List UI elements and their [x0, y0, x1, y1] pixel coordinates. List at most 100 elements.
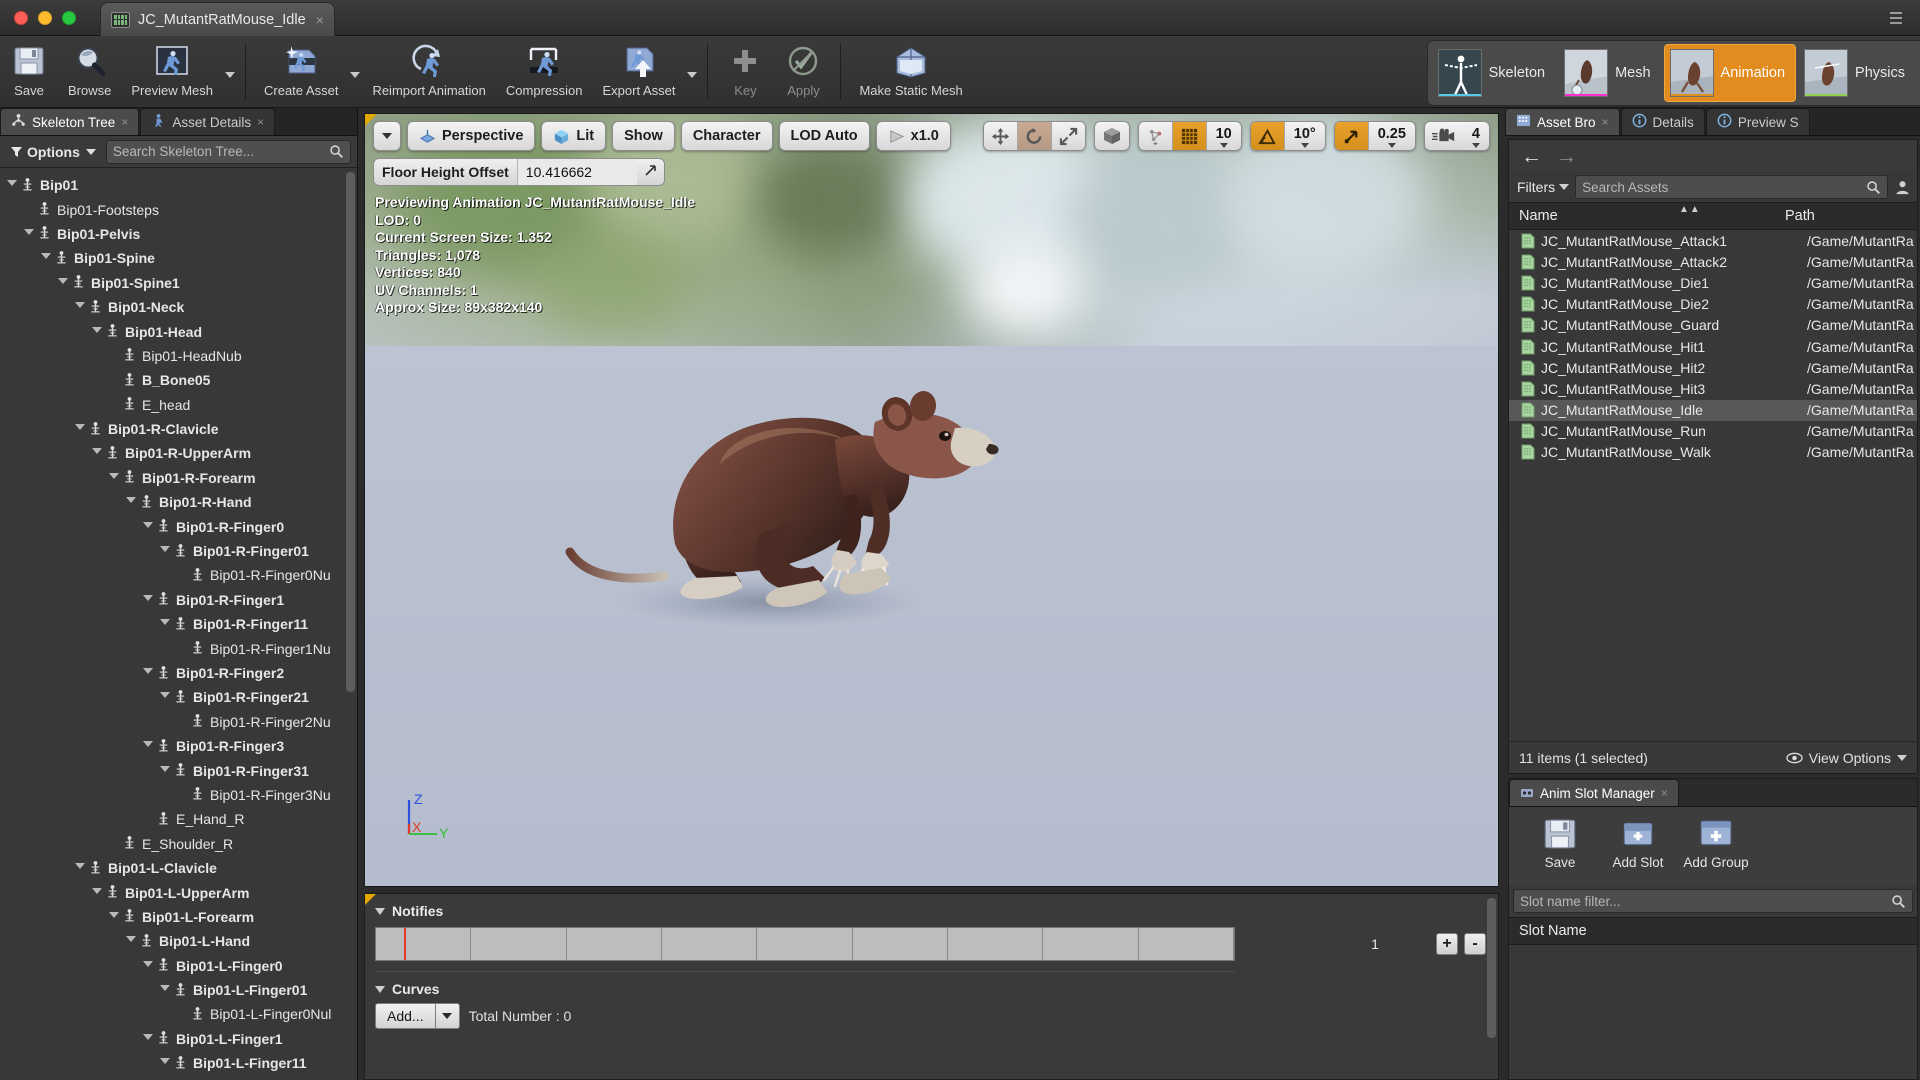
window-minimize-button[interactable]	[38, 11, 52, 25]
tree-item[interactable]: Bip01-R-Finger0	[0, 514, 357, 538]
angle-snap-group[interactable]: 10°	[1250, 121, 1326, 151]
tab-preview-s[interactable]: Preview S	[1706, 108, 1810, 135]
close-icon[interactable]: ×	[316, 12, 324, 28]
tree-item[interactable]: Bip01-L-Forearm	[0, 905, 357, 929]
tree-expand-toggle[interactable]	[74, 423, 86, 435]
nav-back-icon[interactable]: ←	[1521, 146, 1542, 167]
camera-speed-group[interactable]: 4	[1424, 121, 1490, 151]
asset-list-row[interactable]: JC_MutantRatMouse_Guard/Game/MutantRa	[1509, 315, 1917, 336]
mode-button-mesh[interactable]: Mesh	[1558, 44, 1661, 102]
tree-expand-toggle[interactable]	[142, 667, 154, 679]
tree-item[interactable]: Bip01-Neck	[0, 295, 357, 319]
tree-item[interactable]: E_head	[0, 393, 357, 417]
surface-snap-icon[interactable]	[1139, 122, 1172, 150]
scale-snap-group[interactable]: 0.25	[1334, 121, 1416, 151]
close-icon[interactable]: ×	[1602, 115, 1609, 129]
add-curve-dropdown[interactable]	[436, 1003, 460, 1029]
tree-item[interactable]: Bip01-R-Finger2Nu	[0, 710, 357, 734]
close-icon[interactable]: ×	[257, 115, 264, 129]
tree-expand-toggle[interactable]	[159, 765, 171, 777]
asset-list-row[interactable]: JC_MutantRatMouse_Hit1/Game/MutantRa	[1509, 336, 1917, 357]
coordinate-system-group[interactable]	[1094, 121, 1130, 151]
dock-vertical-scrollbar[interactable]	[1487, 898, 1496, 1038]
toolbar-button-reimport-animation[interactable]: Reimport Animation	[362, 36, 495, 108]
tree-expand-toggle[interactable]	[159, 691, 171, 703]
close-icon[interactable]: ×	[121, 115, 128, 129]
notify-playhead[interactable]	[404, 928, 406, 960]
tree-expand-toggle[interactable]	[142, 960, 154, 972]
resize-grip-icon[interactable]	[637, 164, 664, 180]
viewport-show-button[interactable]: Show	[612, 121, 675, 151]
floor-height-offset-control[interactable]: Floor Height Offset 10.416662	[373, 158, 665, 186]
tab-details[interactable]: Details	[1621, 108, 1705, 135]
tree-item[interactable]: Bip01-L-UpperArm	[0, 880, 357, 904]
mode-button-physics[interactable]: Physics	[1798, 44, 1916, 102]
asset-list-row[interactable]: JC_MutantRatMouse_Walk/Game/MutantRa	[1509, 442, 1917, 463]
tree-item[interactable]: Bip01-L-Finger0Nul	[0, 1002, 357, 1026]
tree-expand-toggle[interactable]	[6, 179, 18, 191]
tree-expand-toggle[interactable]	[159, 545, 171, 557]
tree-item[interactable]: Bip01-R-Finger21	[0, 685, 357, 709]
skeleton-tree-scroll-area[interactable]: Bip01Bip01-FootstepsBip01-PelvisBip01-Sp…	[0, 168, 357, 1080]
tree-vertical-scrollbar[interactable]	[346, 172, 355, 692]
tree-item[interactable]: Bip01-R-Clavicle	[0, 417, 357, 441]
tree-expand-toggle[interactable]	[142, 1033, 154, 1045]
tree-expand-toggle[interactable]	[91, 447, 103, 459]
toolbar-button-browse[interactable]: Browse	[58, 36, 121, 108]
tree-item[interactable]: Bip01-Spine	[0, 246, 357, 270]
tree-item[interactable]: Bip01-Footsteps	[0, 197, 357, 221]
view-options-button[interactable]: View Options	[1786, 750, 1907, 766]
tree-item[interactable]: Bip01-R-Finger31	[0, 758, 357, 782]
user-filter-icon[interactable]	[1894, 179, 1911, 196]
search-skeleton-tree-input[interactable]: Search Skeleton Tree...	[106, 140, 351, 164]
tree-item[interactable]: Bip01-R-Finger01	[0, 539, 357, 563]
grid-snap-toggle[interactable]	[1173, 122, 1206, 150]
tree-item[interactable]: Bip01-L-Finger0	[0, 954, 357, 978]
tree-item[interactable]: Bip01-L-Finger01	[0, 978, 357, 1002]
toolbar-button-compression[interactable]: Compression	[496, 36, 593, 108]
options-button[interactable]: Options	[6, 142, 100, 162]
slot-name-filter-input[interactable]: Slot name filter...	[1513, 889, 1913, 913]
notify-track-cell[interactable]	[567, 928, 662, 960]
mode-button-skeleton[interactable]: Skeleton	[1432, 44, 1556, 102]
notify-track-cell[interactable]	[1043, 928, 1138, 960]
tab-asset-bro[interactable]: Asset Bro×	[1505, 108, 1620, 135]
tree-item[interactable]: Bip01-R-Hand	[0, 490, 357, 514]
viewport-character-button[interactable]: Character	[681, 121, 773, 151]
toolbar-dropdown-create-asset[interactable]	[348, 66, 362, 78]
camera-speed-value[interactable]: 4	[1463, 122, 1489, 150]
column-header-name[interactable]: Name	[1509, 208, 1781, 224]
document-tab[interactable]: JC_MutantRatMouse_Idle ×	[100, 2, 335, 36]
tree-item[interactable]: Bip01-R-Finger0Nu	[0, 563, 357, 587]
tree-item[interactable]: Bip01-HeadNub	[0, 344, 357, 368]
tree-item[interactable]: Bip01-R-UpperArm	[0, 441, 357, 465]
window-maximize-button[interactable]	[62, 11, 76, 25]
notify-track-cell[interactable]	[1139, 928, 1234, 960]
tree-item[interactable]: Bip01-R-Finger1Nu	[0, 636, 357, 660]
tree-item[interactable]: Bip01-L-Hand	[0, 929, 357, 953]
angle-snap-value[interactable]: 10°	[1285, 122, 1325, 150]
tree-item[interactable]: E_Shoulder_R	[0, 832, 357, 856]
column-header-path[interactable]: Path	[1781, 208, 1815, 224]
tree-expand-toggle[interactable]	[74, 301, 86, 313]
slot-tool-add-group[interactable]: Add Group	[1679, 815, 1753, 870]
tree-expand-toggle[interactable]	[91, 887, 103, 899]
tree-item[interactable]: Bip01-R-Finger3	[0, 734, 357, 758]
asset-list-row[interactable]: JC_MutantRatMouse_Die2/Game/MutantRa	[1509, 294, 1917, 315]
toolbar-button-make-static-mesh[interactable]: Make Static Mesh	[849, 36, 972, 108]
curves-section-header[interactable]: Curves	[365, 972, 1498, 1003]
viewport-lit-button[interactable]: Lit	[541, 121, 606, 151]
notify-track-cell[interactable]	[471, 928, 566, 960]
tree-expand-toggle[interactable]	[108, 472, 120, 484]
notifies-section-header[interactable]: Notifies	[365, 894, 1498, 925]
filters-button[interactable]: Filters	[1517, 179, 1569, 195]
notify-track[interactable]	[375, 927, 1235, 961]
notify-track-cell[interactable]	[662, 928, 757, 960]
viewport-lod-button[interactable]: LOD Auto	[779, 121, 870, 151]
camera-speed-icon[interactable]	[1425, 122, 1463, 150]
tree-item[interactable]: E_Hand_R	[0, 807, 357, 831]
tree-item[interactable]: Bip01-L-Clavicle	[0, 856, 357, 880]
asset-list-row[interactable]: JC_MutantRatMouse_Idle/Game/MutantRa	[1509, 400, 1917, 421]
tab-anim-slot-manager[interactable]: Anim Slot Manager ×	[1509, 779, 1679, 806]
asset-list-row[interactable]: JC_MutantRatMouse_Hit3/Game/MutantRa	[1509, 378, 1917, 399]
